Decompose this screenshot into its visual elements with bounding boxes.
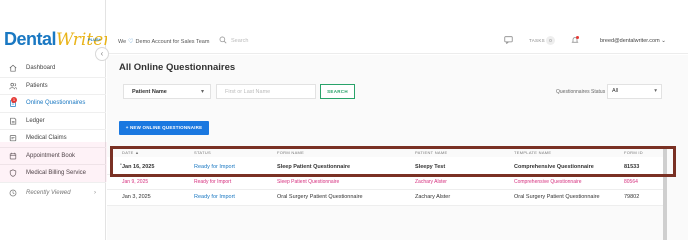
global-search-input[interactable]: Search (231, 38, 248, 44)
table-row[interactable]: Jan 3, 2025 Ready for Import Oral Surger… (107, 190, 664, 206)
sidebar-item-patients[interactable]: Patients (0, 78, 106, 95)
table-row[interactable]: Jan 9, 2025 Ready for Import Sleep Patie… (107, 175, 664, 190)
cell-form-name: Oral Surgery Patient Questionnaire (277, 194, 363, 200)
user-email: breed@dentalwriter.com (600, 38, 660, 44)
cell-template-name: Comprehensive Questionnaire (514, 179, 582, 185)
tasks-label[interactable]: TASKS (529, 38, 545, 43)
chevron-down-icon: ▾ (200, 89, 204, 95)
sidebar-item-label: Medical Claims (26, 135, 67, 142)
ledger-icon (8, 116, 17, 125)
chevron-right-icon: › (94, 190, 96, 197)
sidebar-item-ledger[interactable]: Ledger (0, 113, 106, 130)
name-search-placeholder: First or Last Name (225, 88, 271, 95)
clock-icon (8, 189, 17, 198)
cell-form-name: Sleep Patient Questionnaire (277, 179, 340, 185)
cell-date: Jan 9, 2025 (122, 179, 149, 185)
search-icon[interactable] (219, 36, 227, 46)
top-bar: We ♡ Demo Account for Sales Team Search … (107, 28, 688, 54)
account-name: Demo Account for Sales Team (135, 38, 210, 45)
cell-form-id: 80564 (624, 179, 638, 185)
user-menu[interactable]: breed@dentalwriter.com ⌄ (600, 38, 666, 44)
home-icon (8, 64, 17, 73)
users-icon (8, 81, 17, 90)
tasks-count-badge: 0 (546, 36, 555, 45)
we-text: We (118, 38, 127, 45)
name-search-input[interactable]: First or Last Name (216, 84, 316, 99)
dentalwriter-logo[interactable]: DentalWriter PLUS+ (4, 29, 111, 50)
account-label[interactable]: We ♡ Demo Account for Sales Team (118, 38, 210, 46)
cell-form-id: 79802 (624, 194, 640, 200)
sidebar-item-label: Online Questionnaires (26, 100, 86, 107)
cell-patient-name: Zachary Alster (415, 179, 447, 185)
questionnaire-status-value: All (612, 88, 619, 94)
notification-badge: 1 (11, 97, 17, 103)
heart-icon: ♡ (128, 39, 134, 45)
sidebar-item-online-questionnaires[interactable]: 1 Online Questionnaires (0, 95, 106, 113)
chevron-left-icon: ‹ (100, 49, 104, 58)
cell-status[interactable]: Ready for Import (194, 179, 231, 185)
sidebar-item-label: Patients (26, 82, 48, 89)
cell-template-name: Oral Surgery Patient Questionnaire (514, 194, 600, 200)
annotation-highlight-box (110, 146, 676, 177)
notification-dot (576, 36, 579, 39)
cell-status[interactable]: Ready for Import (194, 194, 235, 200)
chat-icon[interactable] (504, 36, 513, 46)
logo-text-dental: Dental (4, 29, 57, 49)
sidebar-item-label: Dashboard (26, 65, 56, 72)
cell-date: Jan 3, 2025 (122, 194, 151, 200)
chevron-down-icon: ▾ (654, 88, 657, 94)
page-title: All Online Questionnaires (119, 62, 236, 73)
questionnaire-status-label: Questionnaires Status (556, 89, 606, 95)
filter-type-value: Patient Name (132, 88, 167, 95)
sidebar-item-label: Recently Viewed (26, 190, 71, 197)
sidebar-item-label: Ledger (26, 117, 45, 124)
filter-type-select[interactable]: Patient Name ▾ (123, 84, 211, 99)
sidebar-item-recently-viewed[interactable]: Recently Viewed › (0, 185, 106, 203)
cell-patient-name: Zachary Alster (415, 194, 451, 200)
sidebar: DentalWriter PLUS+ ‹ Dashboard Patients … (0, 0, 111, 240)
sidebar-item-dashboard[interactable]: Dashboard (0, 60, 106, 78)
chevron-down-icon: ⌄ (661, 38, 666, 44)
collapse-sidebar-button[interactable]: ‹ (95, 47, 109, 61)
search-button[interactable]: SEARCH (320, 84, 355, 99)
questionnaire-status-select[interactable]: All ▾ (607, 84, 662, 99)
new-online-questionnaire-button[interactable]: + NEW ONLINE QUESTIONNAIRE (119, 121, 209, 135)
